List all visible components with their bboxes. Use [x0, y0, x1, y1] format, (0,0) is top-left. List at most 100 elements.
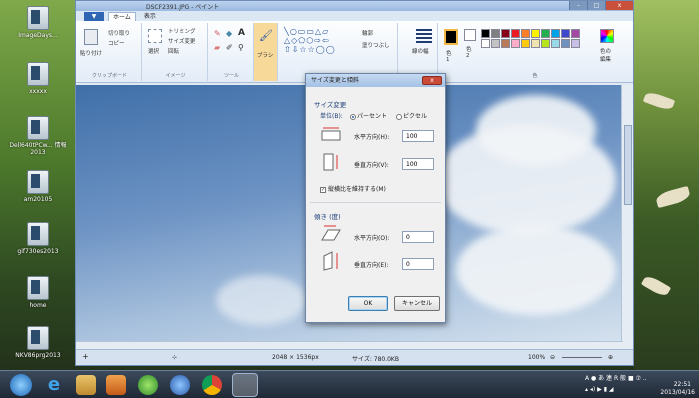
blue-app-icon[interactable] — [170, 375, 190, 395]
internet-explorer-icon[interactable]: e — [44, 375, 64, 395]
clock-date[interactable]: 2013/04/16 — [660, 389, 695, 396]
start-button[interactable] — [10, 374, 32, 396]
palette-swatch[interactable] — [541, 29, 550, 38]
chrome-icon[interactable] — [202, 375, 222, 395]
edit-colors-icon[interactable] — [600, 29, 614, 43]
ribbon-tabs: ▼ ホーム 表示 — [76, 11, 633, 21]
size-button[interactable]: 線の幅 — [412, 47, 429, 55]
brush-icon[interactable]: 🖌 — [259, 29, 273, 42]
skew-vertical-input[interactable] — [402, 258, 434, 270]
palette-swatch[interactable] — [571, 39, 580, 48]
palette-swatch[interactable] — [541, 39, 550, 48]
dialog-title-bar[interactable]: サイズ変更と傾斜 x — [306, 74, 445, 87]
resize-skew-dialog: サイズ変更と傾斜 x サイズ変更 単位(B): パーセント ピクセル 水平方向(… — [305, 73, 446, 323]
copy-button[interactable]: コピー — [108, 39, 125, 47]
desktop-icon[interactable]: gif730es2013 — [4, 222, 72, 255]
clock-time[interactable]: 22:51 — [674, 381, 691, 388]
desktop-icon[interactable]: home — [4, 276, 72, 309]
wallpaper-leaf — [642, 90, 676, 112]
color-picker-icon[interactable]: ✐ — [226, 43, 233, 52]
palette-swatch[interactable] — [481, 29, 490, 38]
crop-button[interactable]: トリミング — [168, 27, 196, 35]
line-size-icon[interactable] — [416, 29, 432, 43]
palette-swatch[interactable] — [521, 29, 530, 38]
vertical-scrollbar[interactable] — [621, 85, 633, 349]
colors-group-label: 色 — [532, 73, 538, 79]
desktop-icon[interactable]: Dell640tPCw... 情報2013 — [4, 116, 72, 156]
paint-taskbar-icon[interactable] — [232, 373, 258, 397]
scroll-thumb[interactable] — [624, 125, 632, 205]
horizontal-input[interactable] — [402, 130, 434, 142]
zoom-out-button[interactable]: ⊖ — [550, 354, 555, 361]
vertical-input[interactable] — [402, 158, 434, 170]
folder-icon — [27, 6, 49, 30]
palette-swatch[interactable] — [551, 39, 560, 48]
tab-home[interactable]: ホーム — [108, 11, 136, 21]
tray-icons[interactable]: ▴ ◂) ▶ ▮ ◢ — [585, 386, 614, 393]
media-player-icon[interactable] — [106, 375, 126, 395]
cancel-button[interactable]: キャンセル — [394, 296, 440, 311]
horizontal-scrollbar[interactable] — [76, 341, 623, 349]
file-menu-button[interactable]: ▼ — [84, 11, 104, 21]
close-button[interactable]: x — [605, 1, 633, 10]
palette-swatch[interactable] — [501, 29, 510, 38]
palette-swatch[interactable] — [511, 29, 520, 38]
eraser-icon[interactable]: ▰ — [214, 43, 220, 52]
skew-horizontal-input[interactable] — [402, 231, 434, 243]
rotate-button[interactable]: 回転 — [168, 47, 179, 55]
select-icon[interactable] — [148, 29, 162, 43]
tray-ime-bar[interactable]: A ● あ 連 R 般 ■ ⑦ .. — [585, 373, 647, 382]
dialog-close-button[interactable]: x — [422, 76, 442, 85]
cut-button[interactable]: 切り取り — [108, 29, 130, 37]
text-icon[interactable]: A — [238, 28, 245, 38]
outline-button[interactable]: 輪郭 — [362, 29, 373, 37]
desktop-icon[interactable]: xxxxx — [4, 62, 72, 95]
palette-swatch[interactable] — [531, 39, 540, 48]
green-app-icon[interactable] — [138, 375, 158, 395]
fill-shape-button[interactable]: 塗りつぶし — [362, 41, 390, 49]
palette-swatch[interactable] — [531, 29, 540, 38]
tab-view[interactable]: 表示 — [140, 12, 160, 21]
desktop-icon[interactable]: NKV86prg2013 — [4, 326, 72, 359]
color2-swatch[interactable] — [464, 29, 476, 41]
paste-icon[interactable] — [84, 29, 98, 45]
brush-button[interactable]: ブラシ — [257, 51, 273, 59]
minimize-button[interactable]: – — [569, 1, 587, 10]
palette-swatch[interactable] — [511, 39, 520, 48]
palette-swatch[interactable] — [561, 39, 570, 48]
edit-colors-button[interactable]: 色の 編集 — [600, 47, 611, 63]
pixel-radio[interactable]: ピクセル — [396, 111, 427, 120]
palette-swatch[interactable] — [551, 29, 560, 38]
palette-swatch[interactable] — [561, 29, 570, 38]
desktop-icon[interactable]: ImageDays... — [4, 6, 72, 39]
palette-swatch[interactable] — [501, 39, 510, 48]
palette-swatch[interactable] — [491, 29, 500, 38]
paste-button[interactable]: 貼り付け — [80, 49, 102, 57]
percent-radio[interactable]: パーセント — [350, 111, 387, 120]
file-size: サイズ: 780.0KB — [352, 356, 399, 363]
select-button[interactable]: 選択 — [148, 47, 159, 55]
color1-label: 色 1 — [446, 51, 452, 63]
file-explorer-icon[interactable] — [76, 375, 96, 395]
shapes-gallery[interactable]: ╲○▭▭△▱ △◇⬠⬡⇨⇦ ⇧⇩☆☆◯◯ — [284, 27, 336, 54]
resize-button[interactable]: サイズ変更 — [168, 37, 195, 45]
clipboard-group: 貼り付け 切り取り コピー クリップボード — [78, 23, 142, 81]
color1-swatch[interactable] — [444, 29, 458, 45]
palette-swatch[interactable] — [521, 39, 530, 48]
palette-swatch[interactable] — [571, 29, 580, 38]
horizontal-label: 水平方向(H): — [354, 134, 390, 141]
pencil-icon[interactable]: ✎ — [214, 29, 221, 38]
magnifier-icon[interactable]: ⚲ — [238, 43, 244, 52]
title-bar[interactable]: DSCF2391.JPG - ペイント – □ x — [76, 1, 633, 11]
zoom-slider[interactable] — [562, 357, 602, 358]
palette-swatch[interactable] — [481, 39, 490, 48]
maximize-button[interactable]: □ — [587, 1, 605, 10]
keep-ratio-checkbox[interactable]: ✓ 縦横比を維持する(M) — [320, 184, 386, 193]
fill-icon[interactable]: ◆ — [226, 29, 232, 38]
ok-button[interactable]: OK — [348, 296, 388, 311]
palette-swatch[interactable] — [491, 39, 500, 48]
zoom-in-button[interactable]: ⊕ — [608, 354, 613, 361]
tools-group: ✎ ◆ A ▰ ✐ ⚲ ツール — [210, 23, 254, 81]
desktop-icon[interactable]: am20105 — [4, 170, 72, 203]
add-icon[interactable]: + — [82, 352, 89, 361]
